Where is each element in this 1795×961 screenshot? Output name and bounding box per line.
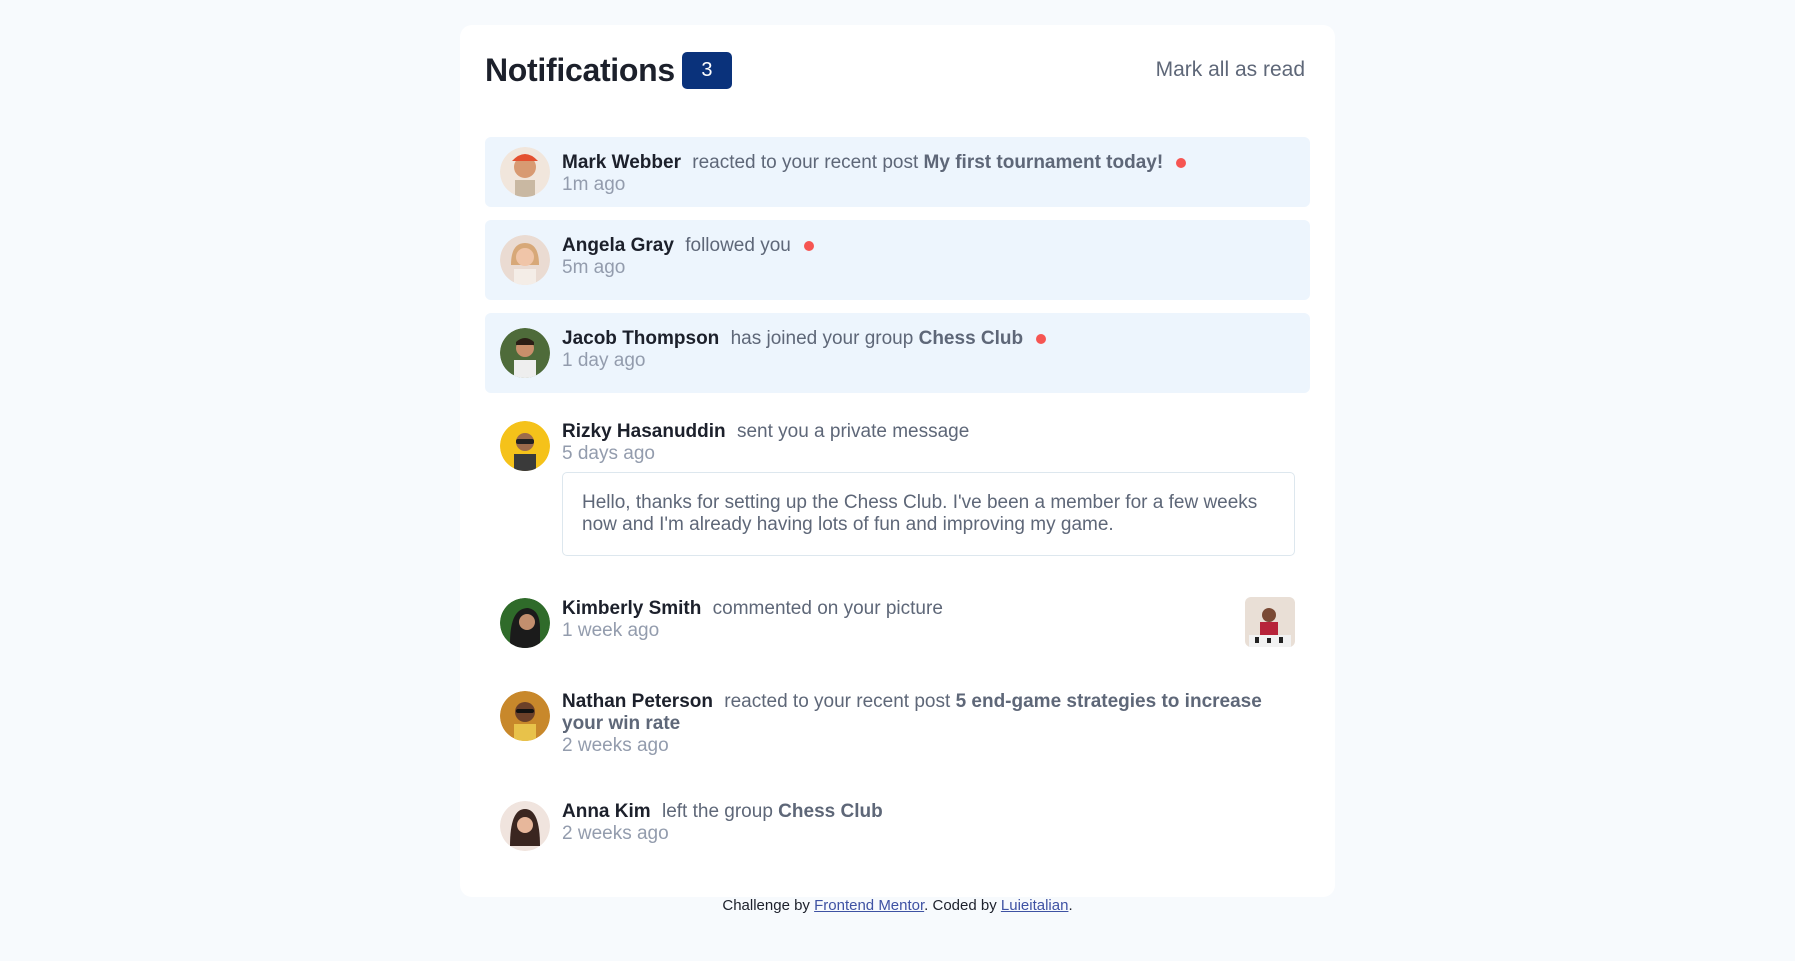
notification-list: Mark Webber reacted to your recent post … — [485, 137, 1310, 879]
author-link[interactable]: Luieitalian — [1001, 897, 1069, 914]
user-name[interactable]: Mark Webber — [562, 152, 681, 173]
avatar-angela-gray — [500, 235, 550, 285]
notification-item[interactable]: Anna Kim left the group Chess Club 2 wee… — [485, 786, 1310, 866]
timestamp: 1 week ago — [562, 620, 660, 641]
avatar-kimberly-smith — [500, 598, 550, 648]
post-link[interactable]: My first tournament today! — [924, 152, 1164, 173]
avatar-mark-webber — [500, 147, 550, 197]
timestamp: 1 day ago — [562, 350, 646, 371]
notification-text: Jacob Thompson has joined your group Che… — [562, 328, 1295, 350]
user-name[interactable]: Angela Gray — [562, 235, 674, 256]
unread-dot — [1036, 333, 1047, 344]
footer-middle: . Coded by — [924, 897, 997, 914]
user-name[interactable]: Rizky Hasanuddin — [562, 421, 726, 442]
notification-item[interactable]: Jacob Thompson has joined your group Che… — [485, 313, 1310, 393]
unread-count-badge: 3 — [681, 51, 732, 89]
mark-all-read-button[interactable]: Mark all as read — [1156, 58, 1305, 82]
action-text: reacted to your recent post — [724, 691, 951, 712]
avatar-rizky-hasanuddin — [500, 421, 550, 471]
notification-item[interactable]: Mark Webber reacted to your recent post … — [485, 137, 1310, 207]
unread-dot — [804, 240, 815, 251]
user-name[interactable]: Anna Kim — [562, 801, 651, 822]
action-text: reacted to your recent post — [692, 152, 919, 173]
private-message[interactable]: Hello, thanks for setting up the Chess C… — [562, 472, 1295, 556]
frontend-mentor-link[interactable]: Frontend Mentor — [814, 897, 924, 914]
timestamp: 2 weeks ago — [562, 735, 669, 756]
notification-text: Mark Webber reacted to your recent post … — [562, 152, 1295, 174]
action-text: sent you a private message — [736, 421, 970, 442]
action-text: left the group — [661, 801, 773, 822]
timestamp: 5 days ago — [562, 443, 655, 464]
notification-item[interactable]: Rizky Hasanuddin sent you a private mess… — [485, 406, 1310, 570]
notifications-header: Notifications 3 Mark all as read — [485, 50, 1305, 90]
group-link[interactable]: Chess Club — [778, 801, 883, 822]
attribution-footer: Challenge by Frontend Mentor. Coded by L… — [0, 897, 1795, 914]
notification-text: Kimberly Smith commented on your picture — [562, 598, 1295, 620]
commented-picture-thumbnail[interactable] — [1245, 597, 1295, 647]
notifications-card: Notifications 3 Mark all as read Mark We… — [460, 25, 1335, 897]
action-text: followed you — [685, 235, 791, 256]
notification-text: Anna Kim left the group Chess Club — [562, 801, 1295, 823]
timestamp: 2 weeks ago — [562, 823, 669, 844]
unread-dot — [1176, 157, 1187, 168]
user-name[interactable]: Kimberly Smith — [562, 598, 701, 619]
notification-item[interactable]: Angela Gray followed you 5m ago — [485, 220, 1310, 300]
footer-suffix: . — [1068, 897, 1073, 914]
user-name[interactable]: Jacob Thompson — [562, 328, 719, 349]
avatar-anna-kim — [500, 801, 550, 851]
action-text: has joined your group — [730, 328, 914, 349]
avatar-nathan-peterson — [500, 691, 550, 741]
notification-text: Angela Gray followed you — [562, 235, 1295, 257]
notification-text: Rizky Hasanuddin sent you a private mess… — [562, 421, 1295, 443]
timestamp: 5m ago — [562, 257, 626, 278]
footer-prefix: Challenge by — [722, 897, 810, 914]
notification-item[interactable]: Nathan Peterson reacted to your recent p… — [485, 676, 1310, 773]
title-wrap: Notifications 3 — [485, 51, 732, 89]
notification-text: Nathan Peterson reacted to your recent p… — [562, 691, 1295, 735]
user-name[interactable]: Nathan Peterson — [562, 691, 713, 712]
avatar-jacob-thompson — [500, 328, 550, 378]
group-link[interactable]: Chess Club — [919, 328, 1024, 349]
timestamp: 1m ago — [562, 174, 626, 195]
action-text: commented on your picture — [712, 598, 943, 619]
notification-item[interactable]: Kimberly Smith commented on your picture… — [485, 583, 1310, 663]
page-title: Notifications — [485, 51, 675, 88]
